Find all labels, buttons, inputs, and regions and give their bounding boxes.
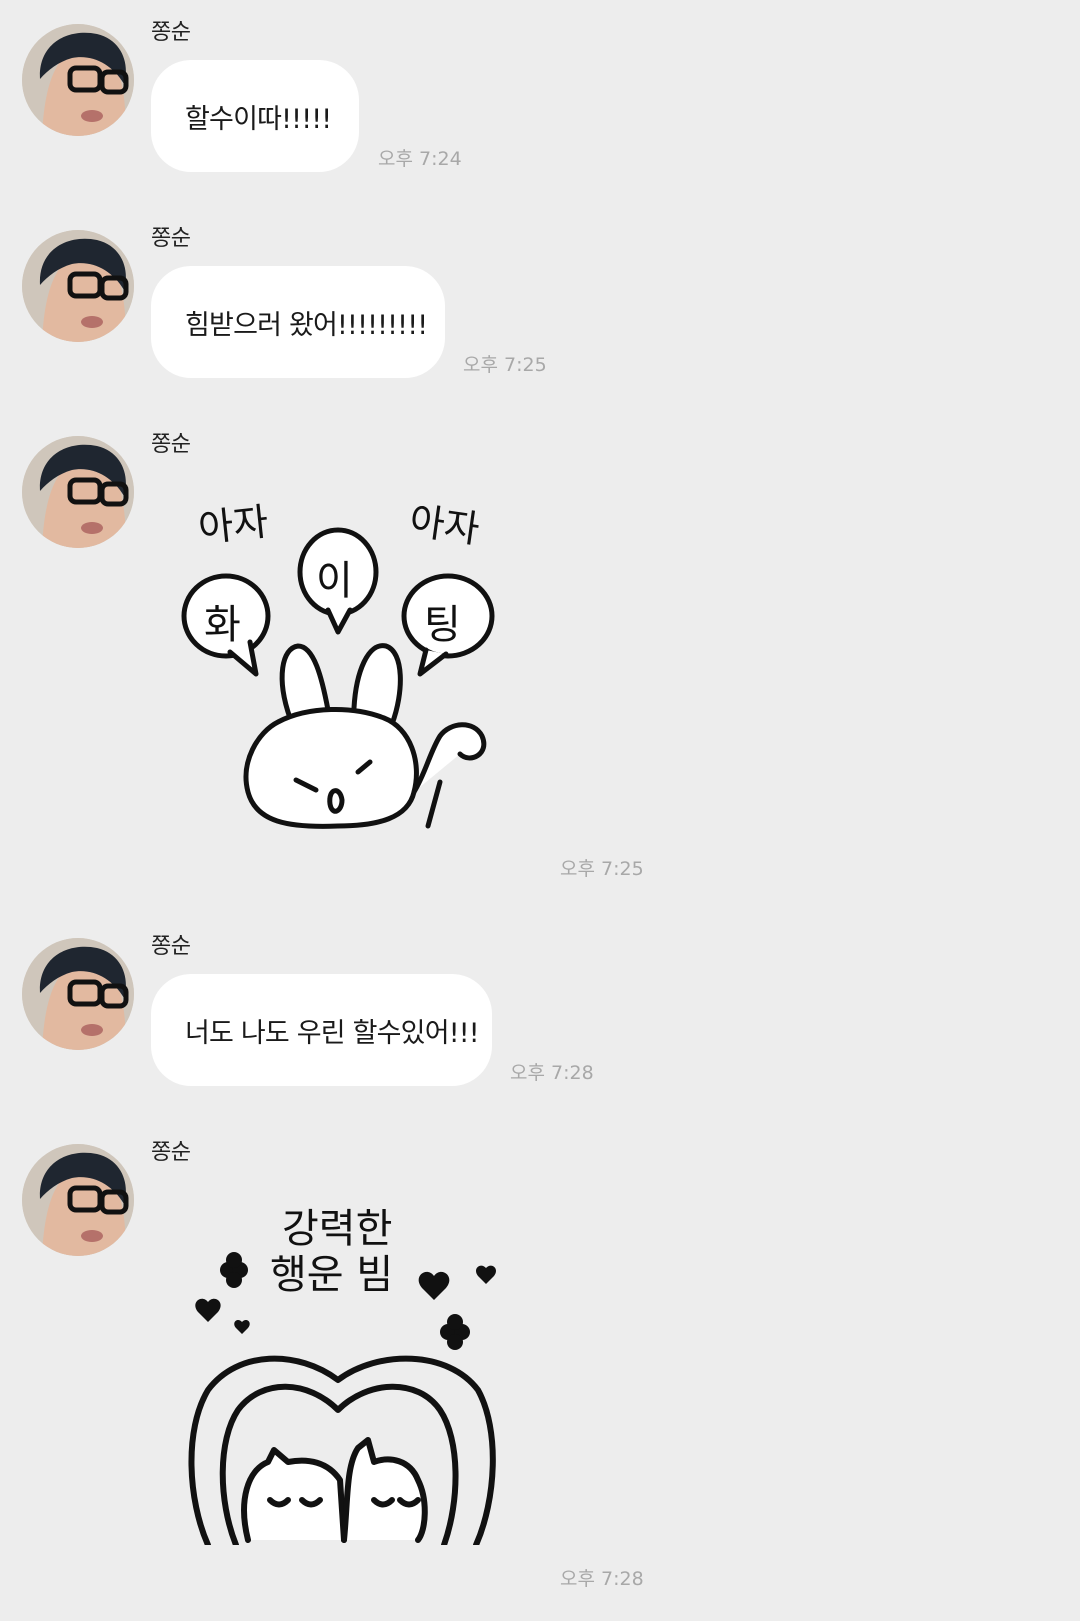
sender-name: 쫑순 xyxy=(151,1140,191,1165)
sticker-fighting-rabbit[interactable]: 아자 화 이 아자 팅 xyxy=(178,492,518,846)
sender-name: 쫑순 xyxy=(151,20,191,45)
message-bubble[interactable]: 할수이따!!!!! xyxy=(151,60,359,172)
message-bubble[interactable]: 너도 나도 우린 할수있어!!! xyxy=(151,974,492,1086)
message-time: 오후 7:25 xyxy=(560,858,644,880)
sender-name: 쫑순 xyxy=(151,934,191,959)
sticker-label: 팅 xyxy=(424,602,461,648)
message-time: 오후 7:28 xyxy=(510,1062,594,1084)
avatar[interactable] xyxy=(22,436,134,548)
avatar[interactable] xyxy=(22,938,134,1050)
message-time: 오후 7:28 xyxy=(560,1568,644,1590)
avatar[interactable] xyxy=(22,230,134,342)
avatar[interactable] xyxy=(22,1144,134,1256)
message-time: 오후 7:24 xyxy=(378,148,462,170)
sticker-label: 아자 xyxy=(406,498,483,552)
sender-name: 쫑순 xyxy=(151,432,191,457)
message-bubble[interactable]: 힘받으러 왔어!!!!!!!!! xyxy=(151,266,445,378)
sender-name: 쫑순 xyxy=(151,226,191,251)
message-time: 오후 7:25 xyxy=(463,354,547,376)
sticker-label: 이 xyxy=(316,558,353,604)
sticker-label: 아자 xyxy=(196,499,271,551)
sticker-label: 행운 빔 xyxy=(270,1252,394,1298)
sticker-label: 화 xyxy=(204,602,241,648)
avatar[interactable] xyxy=(22,24,134,136)
sticker-lucky-beam[interactable]: 강력한 행운 빔 xyxy=(178,1200,518,1549)
